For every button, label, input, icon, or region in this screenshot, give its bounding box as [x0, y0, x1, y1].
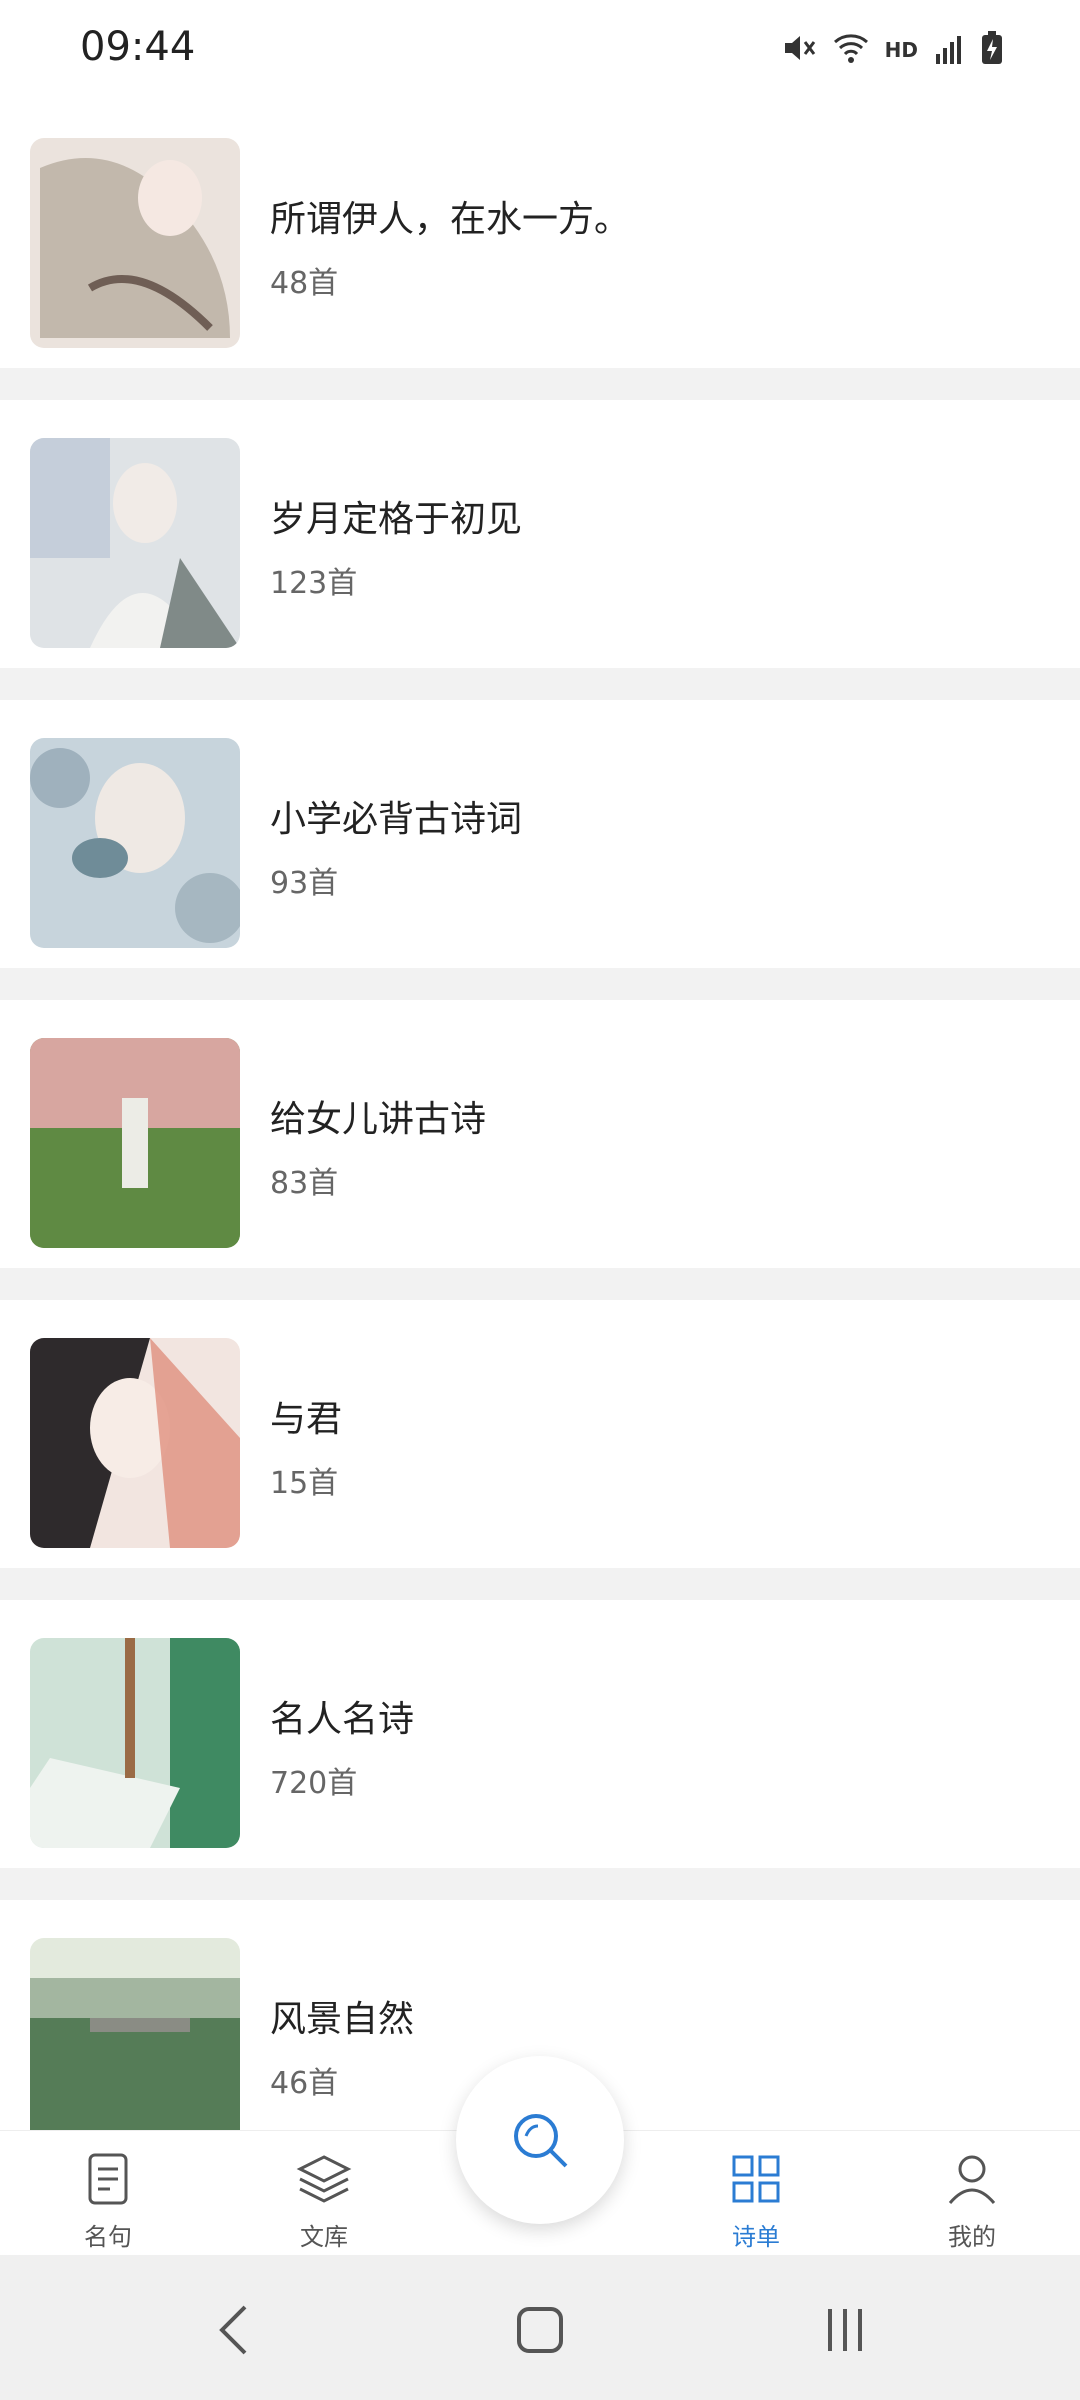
- playlist-card[interactable]: 与君 15首: [0, 1300, 1080, 1568]
- back-icon: [219, 2305, 247, 2355]
- document-icon: [88, 2153, 128, 2205]
- playlist-count: 83首: [270, 1166, 339, 1201]
- hd-label: HD: [884, 38, 918, 62]
- grid-icon: [732, 2155, 780, 2203]
- nav-label: 我的: [948, 2223, 996, 2251]
- playlist-card[interactable]: 给女儿讲古诗 83首: [0, 1000, 1080, 1268]
- back-button[interactable]: [200, 2295, 270, 2365]
- playlist-card[interactable]: 所谓伊人，在水一方。 48首: [0, 100, 1080, 368]
- nav-label: 诗单: [732, 2223, 780, 2251]
- cover-image: [30, 1338, 240, 1548]
- status-icons: HD: [781, 30, 1004, 70]
- playlist-card[interactable]: 小学必背古诗词 93首: [0, 700, 1080, 968]
- playlist-count: 93首: [270, 866, 339, 901]
- battery-charging-icon: [980, 30, 1004, 70]
- home-button[interactable]: [505, 2295, 575, 2365]
- cover-image: [30, 738, 240, 948]
- search-icon: [514, 2114, 568, 2168]
- playlist-title: 名人名诗: [270, 1699, 415, 1740]
- playlist-title: 小学必背古诗词: [270, 799, 523, 840]
- status-bar: 09:44 HD: [0, 0, 1080, 100]
- nav-label: 名句: [84, 2223, 132, 2251]
- nav-item-library[interactable]: 文库: [254, 2147, 394, 2257]
- home-icon: [517, 2307, 563, 2353]
- playlist-card[interactable]: 岁月定格于初见 123首: [0, 400, 1080, 668]
- playlist-title: 与君: [270, 1399, 343, 1440]
- mute-icon: [781, 30, 817, 70]
- nav-item-poem-lists[interactable]: 诗单: [686, 2147, 826, 2257]
- playlist-count: 46首: [270, 2066, 339, 2101]
- nav-item-mine[interactable]: 我的: [902, 2147, 1042, 2257]
- playlist-count: 123首: [270, 566, 358, 601]
- cover-image: [30, 1038, 240, 1248]
- wifi-icon: [831, 30, 871, 70]
- playlist-title: 给女儿讲古诗: [270, 1099, 487, 1140]
- playlist-count: 720首: [270, 1766, 358, 1801]
- playlist-card[interactable]: 名人名诗 720首: [0, 1600, 1080, 1868]
- recents-icon: [828, 2309, 862, 2351]
- cover-image: [30, 438, 240, 648]
- nav-item-famous-lines[interactable]: 名句: [38, 2147, 178, 2257]
- cover-image: [30, 1638, 240, 1848]
- cover-image: [30, 1938, 240, 2148]
- signal-4g-icon: [932, 30, 966, 70]
- system-nav: [0, 2255, 1080, 2400]
- user-icon: [948, 2155, 996, 2204]
- nav-label: 文库: [300, 2223, 348, 2251]
- playlist-count: 48首: [270, 266, 339, 301]
- layers-icon: [296, 2155, 352, 2203]
- playlist-title: 风景自然: [270, 1999, 415, 2040]
- search-button[interactable]: [456, 2056, 624, 2224]
- playlist-title: 所谓伊人，在水一方。: [270, 199, 631, 240]
- recents-button[interactable]: [810, 2295, 880, 2365]
- playlist-count: 15首: [270, 1466, 339, 1501]
- playlist-title: 岁月定格于初见: [270, 499, 523, 540]
- status-time: 09:44: [80, 24, 196, 70]
- cover-image: [30, 138, 240, 348]
